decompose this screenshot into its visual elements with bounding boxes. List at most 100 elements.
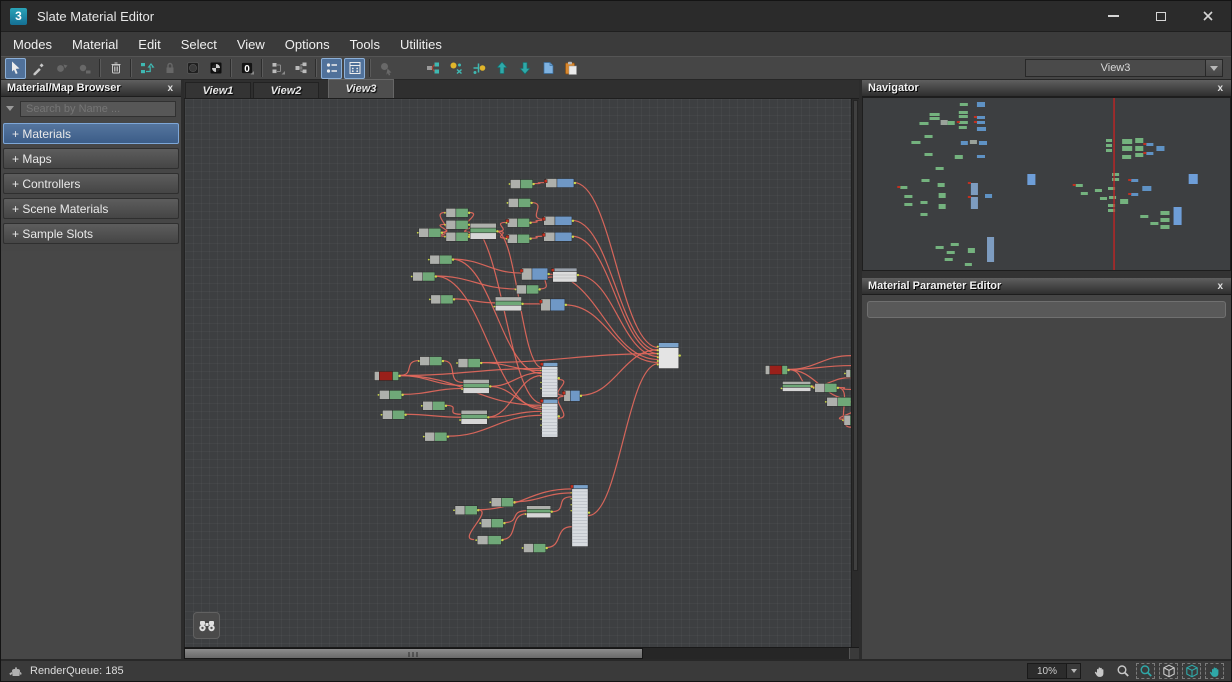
- zoom-extents-icon: [1161, 663, 1177, 679]
- node-graph[interactable]: [185, 99, 851, 647]
- find-button[interactable]: [193, 612, 220, 639]
- material-map-browser-panel: Material/Map Browser x + Materials + Maps…: [1, 80, 184, 659]
- hide-unused-nodeslots-icon: [425, 60, 441, 76]
- vertical-scrollbar-thumb[interactable]: [853, 100, 858, 571]
- menu-tools[interactable]: Tools: [340, 32, 390, 56]
- show-background-button[interactable]: [182, 58, 203, 79]
- toolbar-separator: [230, 59, 232, 77]
- tab-view3[interactable]: View3: [328, 79, 394, 98]
- node-graph-canvas[interactable]: [184, 99, 859, 647]
- close-button[interactable]: [1184, 1, 1231, 31]
- hide-unused-nodeslots-button[interactable]: [422, 58, 443, 79]
- delete-selected-button[interactable]: [105, 58, 126, 79]
- active-view-area: View1View2 View3: [184, 80, 859, 659]
- toolbar-separator: [261, 59, 263, 77]
- window-title: Slate Material Editor: [37, 9, 154, 24]
- statusbar: RenderQueue: 185 10%: [1, 659, 1231, 681]
- vertical-scrollbar[interactable]: [851, 99, 859, 647]
- menu-view[interactable]: View: [227, 32, 275, 56]
- search-options-dropdown-icon[interactable]: [6, 106, 14, 111]
- binoculars-icon: [198, 618, 216, 634]
- get-material-icon: [494, 60, 510, 76]
- zoom-button[interactable]: [1112, 662, 1133, 680]
- navigator-header[interactable]: Navigator x: [862, 80, 1231, 97]
- select-by-material-button[interactable]: [375, 58, 396, 79]
- parameter-editor-header[interactable]: Material Parameter Editor x: [862, 278, 1231, 295]
- put-material-to-scene-button[interactable]: [51, 58, 72, 79]
- view-selector-arrow[interactable]: [1205, 60, 1222, 76]
- toolbar-separator: [369, 59, 371, 77]
- view-selector-combo[interactable]: View3: [1025, 59, 1223, 77]
- show-background-icon: [185, 60, 201, 76]
- menu-material[interactable]: Material: [62, 32, 128, 56]
- parameter-editor-close[interactable]: x: [1215, 281, 1225, 292]
- lock-button[interactable]: [159, 58, 180, 79]
- titlebar[interactable]: 3 Slate Material Editor: [1, 1, 1231, 31]
- horizontal-scrollbar[interactable]: [184, 647, 859, 659]
- tab-view2[interactable]: View2: [253, 82, 319, 98]
- material-map-browser-toggle-icon: [324, 60, 340, 76]
- horizontal-scrollbar-thumb[interactable]: [184, 648, 643, 659]
- menu-modes[interactable]: Modes: [3, 32, 62, 56]
- move-children-icon: [139, 60, 155, 76]
- pan-to-selected-icon: [1207, 663, 1223, 679]
- material-map-browser-header[interactable]: Material/Map Browser x: [1, 80, 181, 97]
- menu-options[interactable]: Options: [275, 32, 340, 56]
- browser-section-controllers[interactable]: + Controllers: [3, 173, 179, 194]
- zoom-level-combo[interactable]: 10%: [1027, 663, 1081, 679]
- zoom-extents-selected-button[interactable]: [1181, 662, 1202, 680]
- get-material-button[interactable]: [491, 58, 512, 79]
- select-by-material-icon: [378, 60, 394, 76]
- show-materials-in-viewport-icon: [448, 60, 464, 76]
- navigator-close[interactable]: x: [1215, 83, 1225, 94]
- select-button[interactable]: [5, 58, 26, 79]
- zoom-extents-button[interactable]: [1158, 662, 1179, 680]
- browser-section-scene-materials[interactable]: + Scene Materials: [3, 198, 179, 219]
- layout-all-icon: [293, 60, 309, 76]
- layout-children-button[interactable]: [267, 58, 288, 79]
- show-checker-background-icon: [208, 60, 224, 76]
- maximize-button[interactable]: [1137, 1, 1184, 31]
- layout-all-button[interactable]: [290, 58, 311, 79]
- put-to-library-button[interactable]: [514, 58, 535, 79]
- zoom-level-arrow[interactable]: [1066, 664, 1080, 678]
- menu-utilities[interactable]: Utilities: [390, 32, 452, 56]
- delete-selected-icon: [108, 60, 124, 76]
- pan-button[interactable]: [1089, 662, 1110, 680]
- search-input[interactable]: [20, 101, 176, 117]
- menu-edit[interactable]: Edit: [128, 32, 170, 56]
- pick-material-from-object-icon: [31, 60, 47, 76]
- panel-splitter[interactable]: [862, 271, 1231, 278]
- tab-view1[interactable]: View1: [185, 82, 251, 98]
- close-icon: [1202, 10, 1214, 22]
- minimize-button[interactable]: [1090, 1, 1137, 31]
- paste-button[interactable]: [560, 58, 581, 79]
- navigator-minimap[interactable]: [862, 97, 1231, 271]
- minimize-icon: [1108, 15, 1119, 17]
- browser-section-materials[interactable]: + Materials: [3, 123, 179, 144]
- material-map-browser-close[interactable]: x: [165, 83, 175, 94]
- show-realistic-materials-button[interactable]: [468, 58, 489, 79]
- zoom-extents-selected-icon: [1184, 663, 1200, 679]
- zoom-region-button[interactable]: [1135, 662, 1156, 680]
- pick-material-from-object-button[interactable]: [28, 58, 49, 79]
- menu-select[interactable]: Select: [171, 32, 227, 56]
- parameter-editor-body: [862, 295, 1231, 659]
- move-children-button[interactable]: [136, 58, 157, 79]
- toolbar: 0 View3: [1, 56, 1231, 80]
- show-materials-in-viewport-button[interactable]: [445, 58, 466, 79]
- pan-to-selected-button[interactable]: [1204, 662, 1225, 680]
- browser-section-sample-slots[interactable]: + Sample Slots: [3, 223, 179, 244]
- assign-material-to-selection-button[interactable]: [74, 58, 95, 79]
- material-map-browser-title: Material/Map Browser: [7, 82, 121, 94]
- show-numbers-icon: 0: [239, 60, 255, 76]
- menubar: ModesMaterialEditSelectViewOptionsToolsU…: [1, 31, 1231, 56]
- browser-section-maps[interactable]: + Maps: [3, 148, 179, 169]
- maximize-icon: [1156, 12, 1166, 21]
- zoom-level-value: 10%: [1028, 664, 1066, 678]
- show-numbers-button[interactable]: 0: [236, 58, 257, 79]
- material-map-browser-toggle-button[interactable]: [321, 58, 342, 79]
- parameter-editor-toggle-button[interactable]: [344, 58, 365, 79]
- copy-button[interactable]: [537, 58, 558, 79]
- show-checker-background-button[interactable]: [205, 58, 226, 79]
